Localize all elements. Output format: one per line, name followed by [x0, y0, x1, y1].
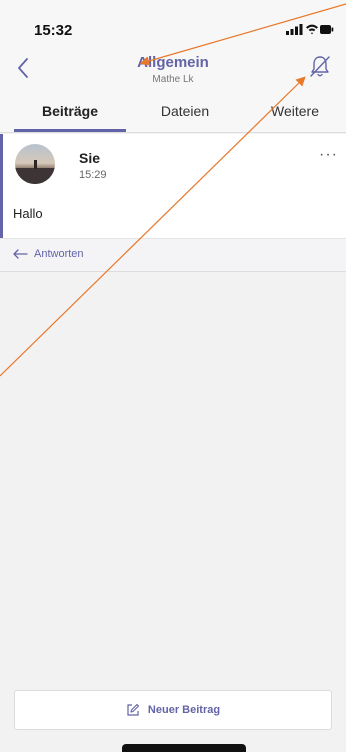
tab-beitraege[interactable]: Beiträge	[14, 92, 126, 132]
channel-tabs: Beiträge Dateien Weitere	[0, 92, 346, 133]
signal-bars-icon	[286, 24, 303, 35]
new-post-button[interactable]: Neuer Beitrag	[14, 690, 332, 730]
new-post-label: Neuer Beitrag	[147, 704, 221, 716]
status-bar: 15:32	[0, 0, 346, 44]
bell-off-icon[interactable]	[308, 54, 332, 80]
tab-weitere[interactable]: Weitere	[244, 92, 346, 132]
channel-title: Allgemein	[137, 54, 209, 71]
ellipsis-icon[interactable]: ···	[319, 146, 338, 164]
channel-header: Allgemein Mathe Lk	[0, 44, 346, 92]
post-card[interactable]: Sie 15:29 ··· Hallo	[0, 134, 346, 238]
home-indicator	[122, 744, 246, 752]
reply-label: Antworten	[34, 248, 84, 260]
status-time: 15:32	[34, 22, 73, 39]
team-subtitle: Mathe Lk	[152, 74, 194, 85]
battery-icon	[320, 25, 334, 34]
post-message: Hallo	[13, 206, 43, 221]
post-time: 15:29	[79, 169, 107, 181]
new-post-content: Neuer Beitrag	[15, 691, 331, 729]
wifi-icon	[306, 24, 318, 35]
avatar-photo	[15, 160, 55, 184]
avatar[interactable]	[15, 144, 55, 184]
reply-arrow-icon	[13, 249, 28, 259]
compose-icon	[127, 703, 139, 716]
status-icons	[286, 24, 334, 35]
reply-button[interactable]: Antworten	[0, 238, 346, 272]
post-author: Sie	[79, 150, 101, 166]
tab-dateien[interactable]: Dateien	[126, 92, 244, 132]
